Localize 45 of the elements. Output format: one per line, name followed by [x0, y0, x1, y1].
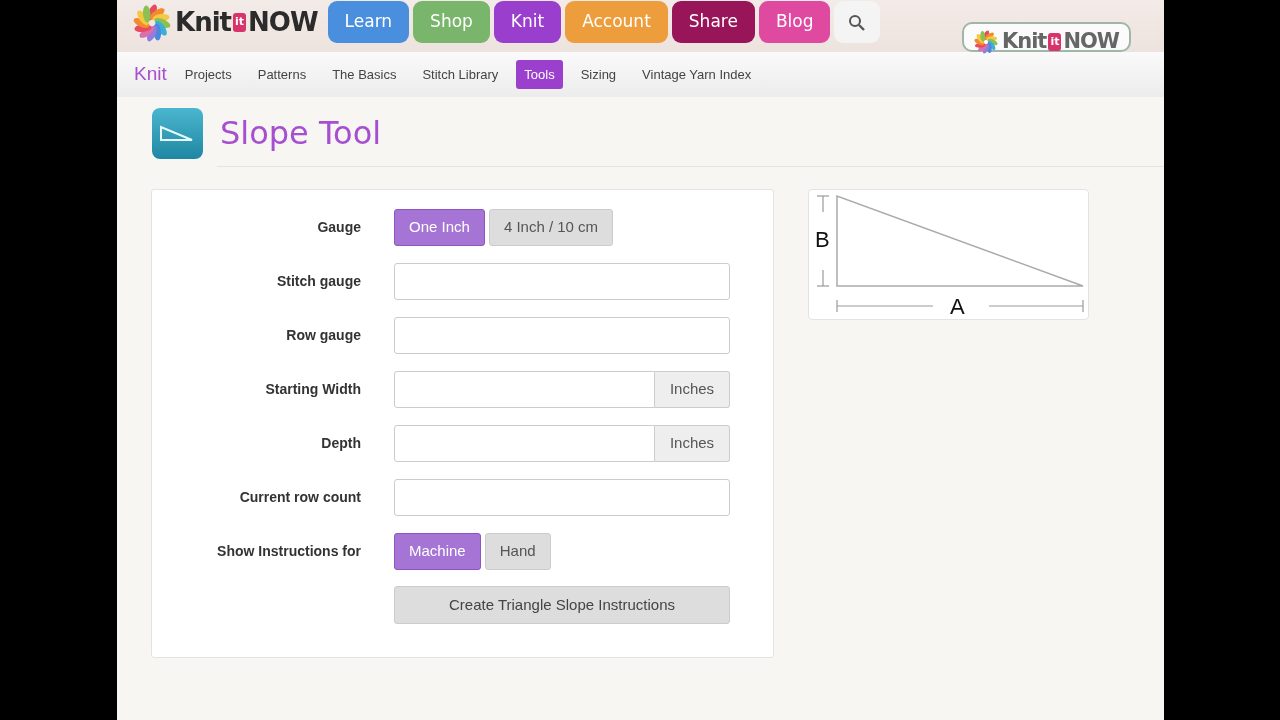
field-label: Row gauge	[286, 326, 361, 343]
field-label: Depth	[321, 434, 361, 451]
field-label: Stitch gauge	[277, 272, 361, 289]
unit-label: Inches	[655, 424, 730, 462]
unit-label: Inches	[655, 370, 730, 408]
slope-tool-icon	[151, 107, 204, 160]
subnav-tab[interactable]: Tools	[516, 59, 563, 90]
field-label: Current row count	[239, 488, 361, 505]
logo-text: NOW	[248, 6, 318, 39]
logo-text: Knit	[175, 6, 231, 39]
subnav-tab[interactable]: Sizing	[572, 59, 625, 90]
nav-link-button[interactable]: Knit	[493, 1, 562, 43]
field-label: Show Instructions for	[217, 542, 361, 559]
logo-text: it	[1048, 32, 1062, 51]
toggle-button[interactable]: One Inch	[394, 208, 485, 246]
search-icon	[848, 13, 867, 32]
pinwheel-icon	[973, 29, 998, 54]
toggle-button[interactable]: Machine	[394, 532, 481, 570]
toggle-button[interactable]: 4 Inch / 10 cm	[488, 208, 614, 246]
input-field[interactable]	[394, 316, 730, 354]
field-label: Starting Width	[265, 380, 361, 397]
page-title: Slope Tool	[220, 114, 382, 153]
logo-text: NOW	[1063, 28, 1119, 55]
logo-text: it	[233, 13, 247, 32]
create-instructions-button[interactable]: Create Triangle Slope Instructions	[394, 586, 730, 624]
section-title: Knit	[134, 62, 167, 87]
subnav-tab[interactable]: Vintage Yarn Index	[634, 59, 760, 90]
logo-text: Knit	[1001, 28, 1047, 55]
input-field[interactable]	[394, 424, 655, 462]
input-field[interactable]	[394, 370, 655, 408]
nav-link-button[interactable]: Learn	[327, 1, 410, 43]
field-label: Gauge	[317, 218, 361, 235]
subnav-tab[interactable]: Stitch Library	[414, 59, 507, 90]
nav-link-button[interactable]: Share	[671, 1, 755, 43]
input-field[interactable]	[394, 478, 730, 516]
subnav-tab[interactable]: Projects	[176, 59, 240, 90]
search-button[interactable]	[834, 1, 881, 43]
toggle-button[interactable]: Hand	[484, 532, 551, 570]
input-field[interactable]	[394, 262, 730, 300]
width-label: A	[950, 294, 965, 319]
nav-link-button[interactable]: Blog	[758, 1, 831, 43]
subnav-tab[interactable]: Patterns	[249, 59, 315, 90]
pinwheel-icon	[133, 3, 171, 42]
subnav-tab[interactable]: The Basics	[324, 59, 405, 90]
height-label: B	[815, 227, 830, 252]
